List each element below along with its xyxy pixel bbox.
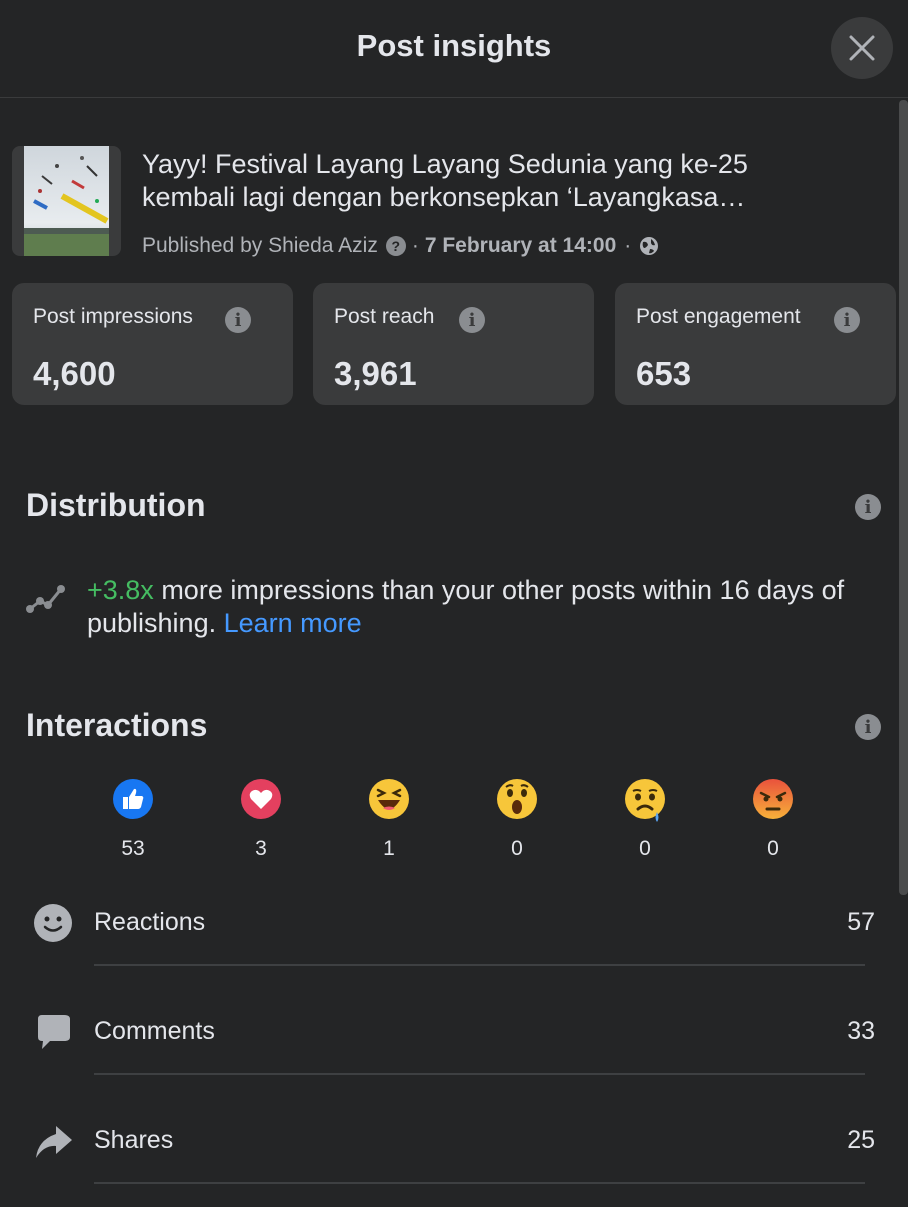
distribution-title: Distribution bbox=[26, 487, 206, 523]
stat-value: 57 bbox=[847, 908, 875, 936]
reaction-wow: 0 bbox=[487, 778, 547, 861]
post-text: Yayy! Festival Layang Layang Sedunia yan… bbox=[142, 149, 748, 212]
reaction-haha: 1 bbox=[359, 778, 419, 861]
metric-label: Post impressions bbox=[33, 305, 193, 328]
post-date: 7 February at 14:00 bbox=[424, 234, 617, 257]
stat-row-reactions[interactable]: Reactions 57 bbox=[0, 880, 908, 989]
metric-value: 3,961 bbox=[334, 355, 417, 392]
interactions-info-icon[interactable]: i bbox=[855, 714, 881, 740]
interactions-title: Interactions bbox=[26, 707, 208, 743]
stat-value: 33 bbox=[847, 1017, 875, 1045]
metric-label: Post engagement bbox=[636, 305, 801, 328]
share-icon bbox=[36, 1126, 72, 1158]
stat-label: Reactions bbox=[94, 908, 206, 936]
smiley-icon bbox=[34, 904, 72, 942]
divider bbox=[94, 1182, 865, 1184]
globe-icon bbox=[640, 237, 659, 255]
angry-reaction-icon bbox=[753, 779, 793, 819]
reaction-sad: 0 bbox=[615, 778, 675, 861]
comment-icon bbox=[38, 1015, 70, 1049]
distribution-multiplier: +3.8x bbox=[87, 575, 154, 605]
metric-label: Post reach bbox=[334, 305, 435, 328]
help-icon[interactable]: ? bbox=[385, 236, 406, 256]
post-meta: Published by Shieda Aziz ? · 7 February … bbox=[142, 234, 659, 258]
info-icon[interactable]: i bbox=[834, 307, 860, 333]
metric-card-engagement: Post engagement i 653 bbox=[615, 283, 896, 405]
distribution-description: more impressions than your other posts w… bbox=[87, 575, 845, 638]
stat-row-shares[interactable]: Shares 25 bbox=[0, 1098, 908, 1207]
metric-value: 4,600 bbox=[33, 355, 116, 392]
close-button[interactable] bbox=[831, 17, 893, 79]
like-reaction-icon bbox=[113, 779, 153, 819]
learn-more-link[interactable]: Learn more bbox=[224, 608, 362, 638]
reaction-angry: 0 bbox=[743, 778, 803, 861]
scrollbar[interactable] bbox=[899, 100, 908, 895]
dialog-title: Post insights bbox=[356, 28, 552, 63]
reaction-count: 53 bbox=[121, 837, 145, 860]
meta-separator: · bbox=[411, 234, 419, 257]
stat-row-comments[interactable]: Comments 33 bbox=[0, 989, 908, 1098]
distribution-info-icon[interactable]: i bbox=[855, 494, 881, 520]
post-summary[interactable]: Yayy! Festival Layang Layang Sedunia yan… bbox=[12, 146, 892, 258]
reaction-count: 0 bbox=[511, 837, 523, 860]
metric-card-reach: Post reach i 3,961 bbox=[313, 283, 594, 405]
info-icon[interactable]: i bbox=[459, 307, 485, 333]
meta-separator-2: · bbox=[624, 234, 632, 257]
metric-card-impressions: Post impressions i 4,600 bbox=[12, 283, 293, 405]
divider bbox=[94, 964, 865, 966]
close-icon bbox=[849, 35, 875, 61]
distribution-text: +3.8x more impressions than your other p… bbox=[87, 574, 867, 640]
reaction-love: 3 bbox=[231, 778, 291, 861]
published-by: Published by Shieda Aziz bbox=[142, 234, 378, 257]
info-icon[interactable]: i bbox=[225, 307, 251, 333]
haha-reaction-icon bbox=[369, 779, 409, 819]
post-thumbnail bbox=[12, 146, 121, 256]
stat-label: Comments bbox=[94, 1017, 215, 1045]
reaction-like: 53 bbox=[103, 778, 163, 861]
dialog-header: Post insights bbox=[0, 0, 908, 98]
love-reaction-icon bbox=[241, 779, 281, 819]
reaction-count: 0 bbox=[639, 837, 651, 860]
divider bbox=[94, 1073, 865, 1075]
wow-reaction-icon bbox=[497, 779, 537, 819]
stat-value: 25 bbox=[847, 1126, 875, 1154]
sad-reaction-icon bbox=[625, 779, 665, 822]
reaction-count: 1 bbox=[383, 837, 395, 860]
reaction-count: 0 bbox=[767, 837, 779, 860]
reaction-count: 3 bbox=[255, 837, 267, 860]
stat-label: Shares bbox=[94, 1126, 174, 1154]
metrics-row: Post impressions i 4,600 Post reach i 3,… bbox=[12, 283, 896, 405]
metric-value: 653 bbox=[636, 355, 692, 392]
trend-icon bbox=[26, 585, 65, 613]
